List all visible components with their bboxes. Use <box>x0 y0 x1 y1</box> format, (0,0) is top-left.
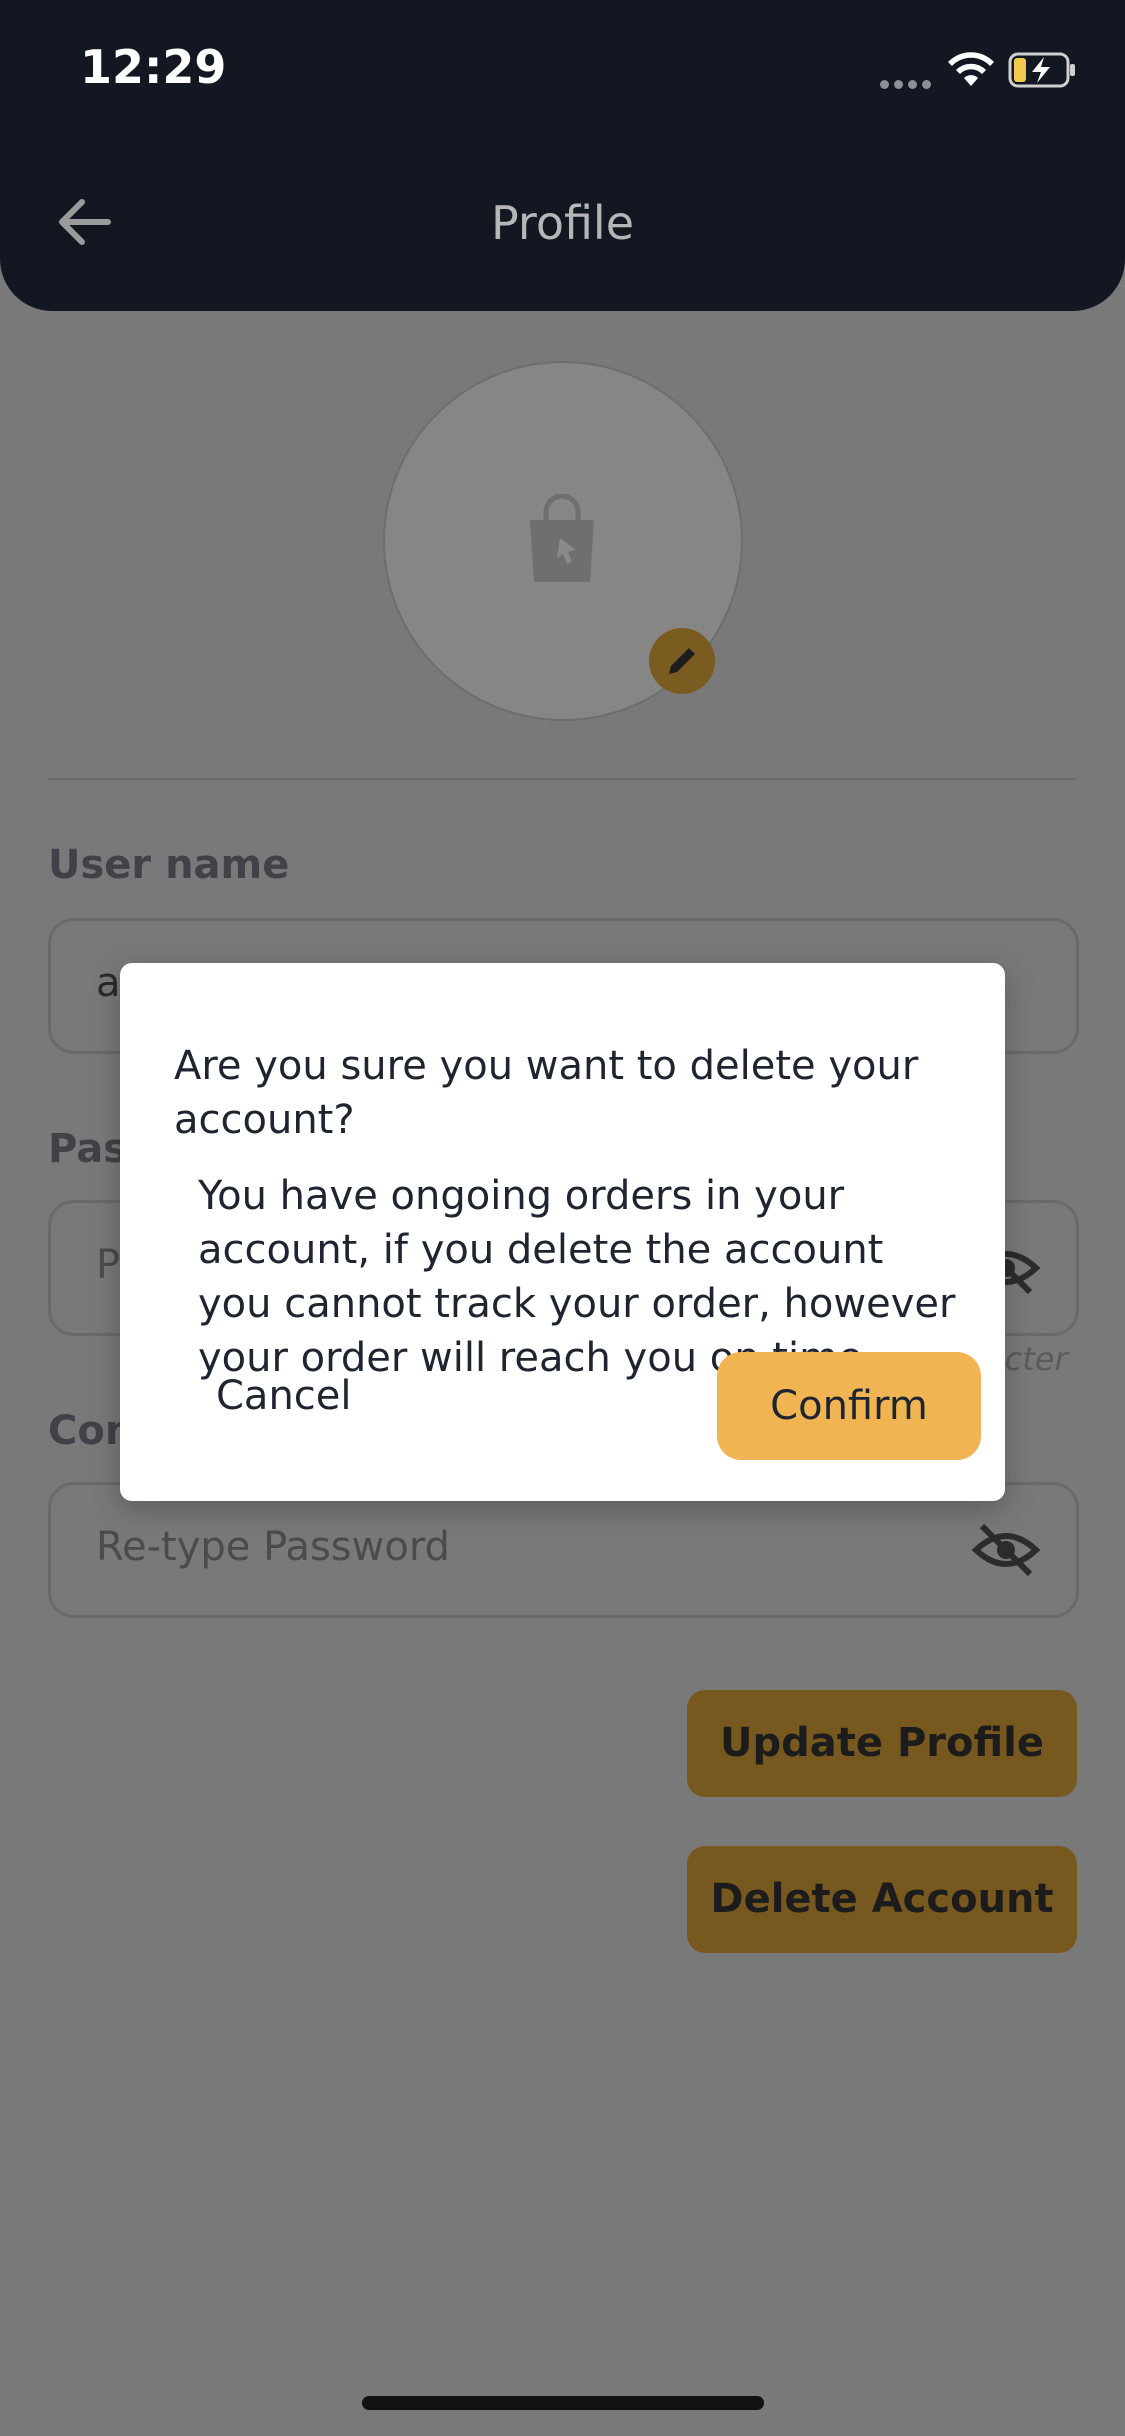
divider <box>48 778 1077 780</box>
username-value: a <box>96 960 121 1006</box>
wifi-icon <box>948 52 994 86</box>
confirm-delete-dialog: Are you sure you want to delete your acc… <box>120 963 1005 1501</box>
shopping-bag-icon <box>530 494 594 582</box>
confirm-password-placeholder: Re-type Password <box>96 1524 450 1570</box>
cellular-signal-icon <box>880 74 936 89</box>
username-label: User name <box>48 842 290 888</box>
pencil-icon <box>669 648 695 674</box>
password-placeholder: P <box>96 1242 121 1288</box>
update-profile-button[interactable]: Update Profile <box>687 1690 1077 1797</box>
page-title: Profile <box>490 196 635 250</box>
home-indicator <box>362 2396 764 2410</box>
status-time: 12:29 <box>80 40 227 94</box>
confirm-button[interactable]: Confirm <box>717 1352 981 1460</box>
battery-charging-icon <box>1008 52 1075 88</box>
edit-avatar-button[interactable] <box>649 628 715 694</box>
dialog-title: Are you sure you want to delete your acc… <box>174 1043 919 1143</box>
eye-off-icon[interactable] <box>970 1520 1042 1580</box>
delete-account-button[interactable]: Delete Account <box>687 1846 1077 1953</box>
cancel-button[interactable]: Cancel <box>216 1373 352 1419</box>
